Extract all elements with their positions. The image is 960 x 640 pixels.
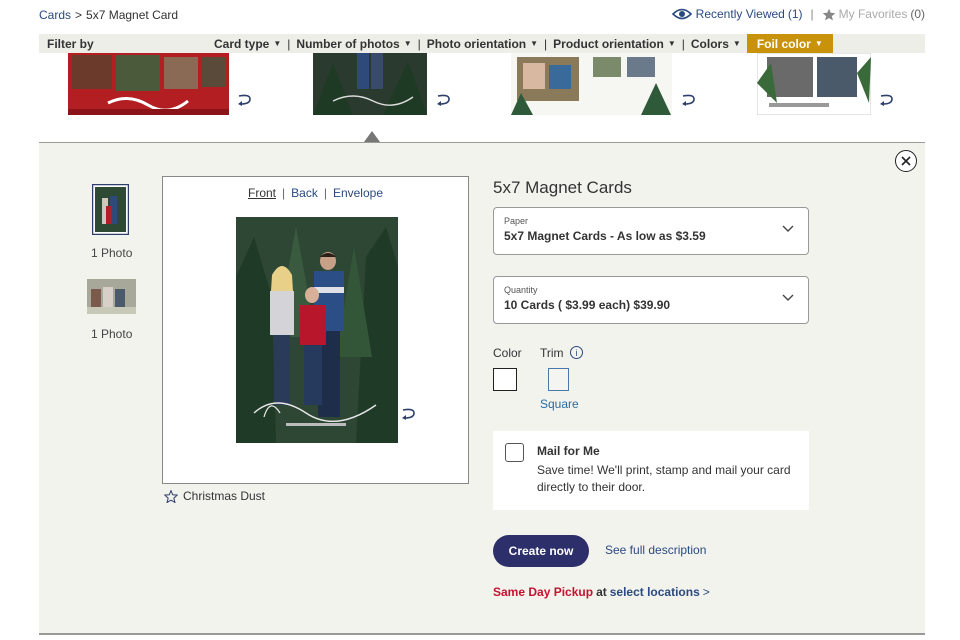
card-thumbnail-1[interactable]: [68, 53, 229, 115]
trim-swatch-square[interactable]: [548, 368, 569, 391]
filter-number-of-photos-label: Number of photos: [296, 36, 400, 51]
side-thumbnail-label: 1 Photo: [91, 327, 133, 341]
card-thumbnail-4[interactable]: [757, 53, 871, 115]
product-title: 5x7 Magnet Cards: [493, 178, 632, 197]
paper-select[interactable]: Paper 5x7 Magnet Cards - As low as $3.59: [493, 207, 809, 255]
select-locations-link[interactable]: select locations: [610, 585, 700, 599]
filter-photo-orientation[interactable]: Photo orientation ▼: [427, 37, 538, 51]
selected-indicator-arrow: [364, 131, 380, 142]
filter-colors[interactable]: Colors ▼: [691, 37, 741, 51]
same-day-pickup-label: Same Day Pickup: [493, 585, 594, 599]
rotate-icon[interactable]: [236, 93, 254, 107]
recently-viewed-label: Recently Viewed: [695, 7, 785, 21]
tab-back[interactable]: Back: [291, 186, 318, 200]
chevron-down-icon: [782, 225, 794, 232]
quantity-select-value: 10 Cards ( $3.99 each) $39.90: [504, 298, 671, 312]
filter-card-type-label: Card type: [214, 36, 270, 51]
chevron-down-icon: [782, 294, 794, 301]
breadcrumb-cards-link[interactable]: Cards: [39, 8, 71, 22]
filter-by-label: Filter by: [47, 37, 94, 51]
filter-photo-orientation-label: Photo orientation: [426, 36, 527, 51]
caret-down-icon: ▼: [814, 39, 823, 48]
quantity-select-label: Quantity: [504, 285, 538, 295]
paper-select-value: 5x7 Magnet Cards - As low as $3.59: [504, 229, 706, 243]
mail-for-me-checkbox[interactable]: [505, 443, 524, 462]
pickup-at-text: at: [596, 585, 607, 599]
header-links: Recently Viewed (1) | My Favorites (0): [671, 7, 925, 21]
trim-label: Trim: [540, 346, 564, 360]
card-preview: Front | Back | Envelope: [162, 176, 469, 484]
caret-down-icon: ▼: [667, 39, 676, 48]
paper-select-label: Paper: [504, 216, 529, 226]
mail-for-me-box: Mail for Me Save time! We'll print, stam…: [493, 431, 809, 510]
filter-number-of-photos[interactable]: Number of photos ▼: [296, 37, 411, 51]
color-label: Color: [493, 346, 522, 360]
filter-colors-label: Colors: [690, 36, 729, 51]
header-separator: |: [810, 7, 814, 21]
mail-for-me-description: Save time! We'll print, stamp and mail y…: [537, 463, 791, 494]
filter-separator: |: [544, 36, 548, 51]
side-thumbnail-alt[interactable]: [87, 279, 136, 314]
recently-viewed-link[interactable]: Recently Viewed (1): [671, 7, 803, 21]
breadcrumb-current: 5x7 Magnet Card: [86, 8, 179, 22]
filter-list: Card type ▼ | Number of photos ▼ | Photo o…: [214, 34, 833, 53]
design-favorite-row: Christmas Dust: [164, 489, 265, 503]
filter-separator: |: [287, 36, 291, 51]
filter-product-orientation-label: Product orientation: [553, 36, 664, 51]
color-swatch-white[interactable]: [493, 368, 517, 391]
filter-card-type[interactable]: Card type ▼: [214, 37, 281, 51]
caret-down-icon: ▼: [403, 39, 412, 48]
filter-product-orientation[interactable]: Product orientation ▼: [553, 37, 676, 51]
side-thumbnail-label: 1 Photo: [91, 246, 133, 260]
my-favorites-label: My Favorites: [838, 7, 908, 21]
caret-down-icon: ▼: [273, 39, 282, 48]
breadcrumb-separator: >: [75, 8, 83, 22]
design-name: Christmas Dust: [183, 489, 266, 503]
filter-foil-color[interactable]: Foil color ▼: [746, 34, 833, 53]
mail-for-me-title: Mail for Me: [537, 444, 600, 458]
info-icon[interactable]: i: [570, 346, 583, 359]
panel-bottom-divider: [39, 633, 925, 635]
card-thumbnail-2[interactable]: [313, 53, 427, 115]
favorite-star-icon[interactable]: [164, 489, 178, 503]
side-thumbnail-front[interactable]: [92, 184, 129, 235]
view-separator: |: [282, 186, 286, 200]
create-now-button[interactable]: Create now: [493, 535, 589, 567]
card-thumbnail-3[interactable]: [511, 53, 672, 115]
same-day-pickup: Same Day Pickup at select locations >: [493, 585, 710, 599]
star-icon: [822, 8, 835, 20]
close-button[interactable]: [895, 150, 917, 172]
view-separator: |: [323, 186, 327, 200]
chevron-right-icon: >: [702, 585, 710, 599]
my-favorites-link[interactable]: My Favorites (0): [822, 7, 925, 21]
recently-viewed-count: (1): [787, 7, 803, 21]
rotate-icon[interactable]: [878, 93, 896, 107]
eye-icon: [671, 8, 692, 20]
rotate-icon[interactable]: [400, 407, 418, 421]
filter-separator: |: [681, 36, 685, 51]
caret-down-icon: ▼: [530, 39, 539, 48]
rotate-icon[interactable]: [435, 93, 453, 107]
quantity-select[interactable]: Quantity 10 Cards ( $3.99 each) $39.90: [493, 276, 809, 324]
tab-envelope[interactable]: Envelope: [333, 186, 383, 200]
see-full-description-link[interactable]: See full description: [605, 543, 706, 557]
my-favorites-count: (0): [910, 7, 925, 21]
preview-view-tabs: Front | Back | Envelope: [163, 186, 468, 200]
filter-bar: Filter by Card type ▼ | Number of photos ▼…: [39, 34, 925, 53]
rotate-icon[interactable]: [680, 93, 698, 107]
filter-separator: |: [417, 36, 421, 51]
trim-option-label[interactable]: Square: [540, 397, 579, 411]
breadcrumb: Cards >5x7 Magnet Card: [39, 8, 178, 22]
filter-foil-color-label: Foil color: [756, 36, 811, 51]
card-preview-image: [236, 217, 398, 443]
close-icon: [901, 156, 911, 166]
tab-front[interactable]: Front: [248, 186, 276, 200]
caret-down-icon: ▼: [732, 39, 741, 48]
